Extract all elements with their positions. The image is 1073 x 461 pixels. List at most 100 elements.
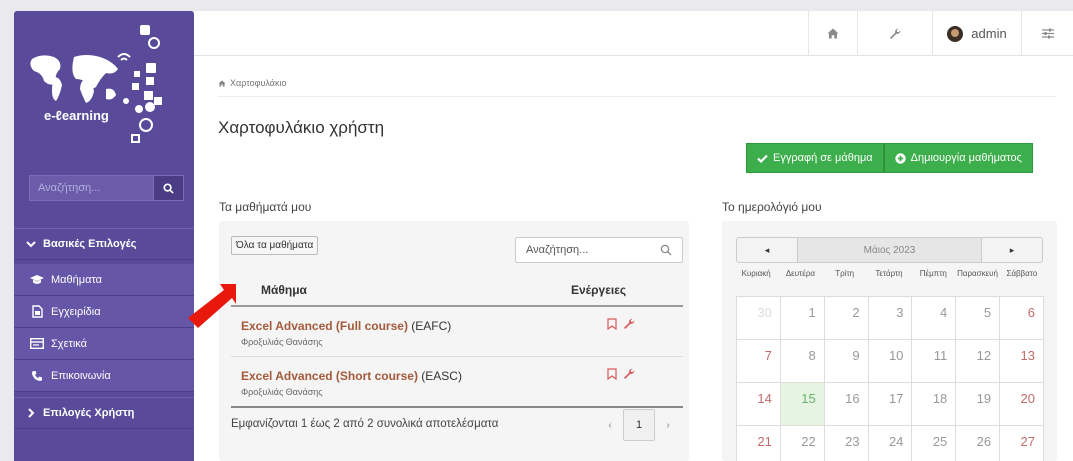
course-link[interactable]: Excel Advanced (Full course) <box>241 319 408 333</box>
calendar-grid: 30 1 2 3 4 5 6 7 8 9 10 11 12 13 14 15 16 17 18 19 20 21 22 23 2… <box>736 296 1044 461</box>
breadcrumb-item[interactable]: Χαρτοφυλάκιο <box>230 78 286 88</box>
calendar-day[interactable]: 22 <box>779 425 825 461</box>
weekday-label: Παρασκευή <box>957 269 998 278</box>
calendar-day[interactable]: 20 <box>999 382 1044 426</box>
calendar-day[interactable]: 21 <box>736 425 781 461</box>
calendar-weekdays: Κυριακή Δευτέρα Τρίτη Τετάρτη Πέμπτη Παρ… <box>734 268 1044 279</box>
courses-search <box>515 237 683 263</box>
sidebar-item-courses[interactable]: Μαθήματα <box>14 264 194 296</box>
user-menu[interactable]: admin <box>932 11 1021 56</box>
button-label: Εγγραφή σε μάθημα <box>773 152 873 164</box>
sidebar-item-about[interactable]: Σχετικά <box>14 328 194 360</box>
row-actions <box>607 318 635 330</box>
calendar-day[interactable]: 17 <box>867 382 913 426</box>
all-courses-filter[interactable]: Όλα τα μαθήματα <box>231 236 319 255</box>
calendar-day[interactable]: 15 <box>779 382 825 426</box>
calendar-day[interactable]: 27 <box>999 425 1044 461</box>
pagination-page[interactable]: 1 <box>623 409 655 441</box>
calendar-day[interactable]: 16 <box>823 382 869 426</box>
sidebar-section-label: Βασικές Επιλογές <box>43 238 137 250</box>
tools-button[interactable] <box>857 11 932 56</box>
home-icon <box>827 28 839 39</box>
calendar-day[interactable]: 11 <box>911 339 957 383</box>
avatar <box>947 25 964 42</box>
chevron-down-icon <box>26 241 36 248</box>
world-map-logo-icon <box>30 25 162 143</box>
search-icon[interactable] <box>660 244 672 256</box>
bookmark-icon[interactable] <box>607 368 617 380</box>
card-icon <box>30 337 44 351</box>
phone-icon <box>30 369 44 383</box>
calendar-day[interactable]: 6 <box>999 296 1044 340</box>
button-label: Δημιουργία μαθήματος <box>910 152 1022 164</box>
home-button[interactable] <box>808 11 857 56</box>
create-course-button[interactable]: Δημιουργία μαθήματος <box>883 143 1033 173</box>
pagination-next[interactable]: › <box>661 420 675 431</box>
page-title: Χαρτοφυλάκιο χρήστη <box>218 118 385 137</box>
calendar-day[interactable]: 12 <box>955 339 1001 383</box>
home-icon <box>218 79 226 87</box>
calendar-day[interactable]: 25 <box>911 425 957 461</box>
calendar-day[interactable]: 5 <box>955 296 1001 340</box>
weekday-label: Τρίτη <box>835 269 855 278</box>
search-icon <box>163 182 174 194</box>
calendar-next-button[interactable]: ▸ <box>981 237 1043 263</box>
sidebar-item-label: Μαθήματα <box>51 273 103 286</box>
table-row: Excel Advanced (Short course) (EASC) Φρο… <box>231 357 683 407</box>
calendar-day[interactable]: 8 <box>779 339 825 383</box>
weekday-label: Σάββατο <box>1006 269 1038 278</box>
calendar-day[interactable]: 10 <box>867 339 913 383</box>
main-content: Χαρτοφυλάκιο Χαρτοφυλάκιο χρήστη Εγγραφή… <box>194 56 1073 461</box>
calendar-day[interactable]: 7 <box>736 339 781 383</box>
breadcrumb: Χαρτοφυλάκιο <box>218 78 286 88</box>
sliders-icon <box>1041 28 1054 39</box>
my-calendar-title: Το ημερολόγιό μου <box>722 200 822 214</box>
calendar-day[interactable]: 4 <box>911 296 957 340</box>
logo[interactable]: e-ℓearning <box>14 11 194 161</box>
sidebar-item-manuals[interactable]: Εγχειρίδια <box>14 296 194 328</box>
settings-button[interactable] <box>1021 11 1073 56</box>
bookmark-icon[interactable] <box>607 318 617 330</box>
column-header-course[interactable]: Μάθημα <box>261 283 307 297</box>
calendar-day[interactable]: 18 <box>911 382 957 426</box>
calendar-day[interactable]: 2 <box>823 296 869 340</box>
weekday-label: Τετάρτη <box>875 269 903 278</box>
calendar-day[interactable]: 9 <box>823 339 869 383</box>
calendar-month: Μάιος 2023 <box>798 237 981 263</box>
username: admin <box>971 26 1007 41</box>
sidebar-search-button[interactable] <box>154 175 184 201</box>
sidebar-item-label: Σχετικά <box>51 337 87 350</box>
calendar-day[interactable]: 1 <box>779 296 825 340</box>
row-actions <box>607 368 635 380</box>
sidebar-search-input[interactable] <box>29 175 154 201</box>
enroll-course-button[interactable]: Εγγραφή σε μάθημα <box>746 143 884 173</box>
logo-text: e-ℓearning <box>44 108 109 123</box>
weekday-label: Δευτέρα <box>785 269 816 278</box>
sidebar-section-user[interactable]: Επιλογές Χρήστη <box>14 397 194 429</box>
course-link[interactable]: Excel Advanced (Short course) <box>241 369 418 383</box>
wrench-icon[interactable] <box>623 318 635 330</box>
red-arrow-annotation <box>188 284 236 328</box>
calendar-day[interactable]: 24 <box>867 425 913 461</box>
column-header-actions: Ενέργειες <box>571 283 627 297</box>
table-row: Excel Advanced (Full course) (EAFC) Φροξ… <box>231 307 683 357</box>
calendar-day[interactable]: 3 <box>867 296 913 340</box>
wrench-icon[interactable] <box>623 368 635 380</box>
calendar-day[interactable]: 19 <box>955 382 1001 426</box>
sidebar-section-basic[interactable]: Βασικές Επιλογές <box>14 228 194 260</box>
action-buttons: Εγγραφή σε μάθημα Δημιουργία μαθήματος <box>746 143 1033 173</box>
pagination: ‹ 1 › <box>603 409 675 441</box>
calendar-header: ◂ Μάιος 2023 ▸ <box>736 237 1043 263</box>
calendar-day[interactable]: 13 <box>999 339 1044 383</box>
calendar-day[interactable]: 26 <box>955 425 1001 461</box>
calendar-day[interactable]: 30 <box>736 296 781 340</box>
calendar-day[interactable]: 14 <box>736 382 781 426</box>
sidebar-item-contact[interactable]: Επικοινωνία <box>14 360 194 392</box>
calendar-prev-button[interactable]: ◂ <box>736 237 798 263</box>
pagination-prev[interactable]: ‹ <box>603 420 617 431</box>
sidebar-search <box>29 175 184 201</box>
check-icon <box>757 154 768 163</box>
weekday-label: Πέμπτη <box>919 269 947 278</box>
calendar-day[interactable]: 23 <box>823 425 869 461</box>
courses-search-input[interactable] <box>516 244 660 256</box>
